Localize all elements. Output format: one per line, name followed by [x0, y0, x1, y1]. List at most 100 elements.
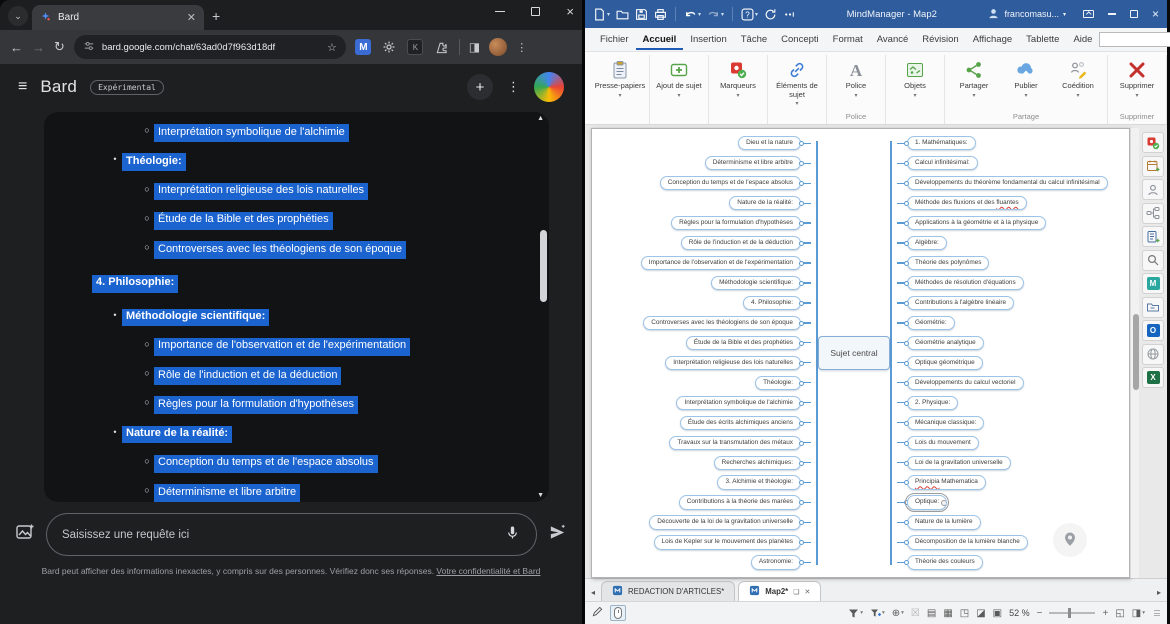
- markers-icon[interactable]: [1142, 132, 1164, 153]
- menu-tab-avancé[interactable]: Avancé: [870, 29, 916, 50]
- browser-tab-bard[interactable]: Bard ✕: [32, 5, 204, 30]
- mindmanager-icon[interactable]: M: [1142, 273, 1164, 294]
- topic-pill[interactable]: Calcul infinitésimal:: [907, 156, 978, 170]
- topic-pill[interactable]: Lois de Kepler sur le mouvement des plan…: [654, 535, 801, 549]
- image-upload-icon[interactable]: [15, 522, 35, 547]
- topic-pill[interactable]: Découverte de la loi de la gravitation u…: [649, 515, 801, 529]
- topic-pill[interactable]: Nature de la réalité:: [729, 196, 801, 210]
- ribbon-button-share[interactable]: Partager▾: [948, 55, 1000, 110]
- ribbon-button-publish[interactable]: Publier▾: [1000, 55, 1052, 110]
- topic-pill[interactable]: Théologie:: [755, 376, 801, 390]
- scroll-down-icon[interactable]: ▼: [537, 492, 544, 499]
- topic-pill[interactable]: Règles pour la formulation d'hypothèses: [671, 216, 801, 230]
- browser-menu-icon[interactable]: ⋮: [516, 41, 528, 54]
- topic-pill[interactable]: Rôle de l'induction et de la déduction: [681, 236, 801, 250]
- resources-icon[interactable]: [1142, 179, 1164, 200]
- format-painter-icon[interactable]: ◪: [976, 608, 985, 619]
- topic-pill[interactable]: Décomposition de la lumière blanche: [907, 535, 1028, 549]
- new-chat-button[interactable]: +: [467, 74, 493, 100]
- document-tab[interactable]: REDACTION D'ARTICLES*: [601, 581, 735, 601]
- topic-pill[interactable]: Développements du calcul vectoriel: [907, 376, 1024, 390]
- topic-tree-icon[interactable]: [1142, 203, 1164, 224]
- quick-add-icon[interactable]: ⊕▾: [892, 608, 904, 619]
- topic-pill[interactable]: Principia Mathematica: [907, 475, 986, 489]
- prompt-input[interactable]: Saisissez une requête ici: [46, 513, 537, 556]
- tab-scroll-right-icon[interactable]: ▸: [1154, 588, 1164, 601]
- view-layout-icon[interactable]: ◨▾: [1132, 608, 1145, 619]
- site-info-icon[interactable]: [83, 40, 95, 55]
- close-button[interactable]: ×: [566, 7, 574, 16]
- topic-pill[interactable]: Travaux sur la transmutation des métaux: [669, 436, 801, 450]
- selected-text[interactable]: Étude de la Bible et des prophéties: [154, 212, 333, 230]
- excel-icon[interactable]: X: [1142, 367, 1164, 388]
- schedule-view-icon[interactable]: ▦: [943, 608, 952, 619]
- location-pin-icon[interactable]: [1053, 523, 1087, 557]
- selected-text[interactable]: Conception du temps et de l'espace absol…: [154, 455, 378, 473]
- mouse-mode-button[interactable]: [610, 605, 626, 621]
- topic-pill[interactable]: Développements du théorème fondamental d…: [907, 176, 1108, 190]
- settings-gear-icon[interactable]: [381, 39, 398, 56]
- send-icon[interactable]: [548, 523, 567, 547]
- browser-profile-avatar[interactable]: [489, 38, 507, 56]
- forward-icon[interactable]: →: [32, 40, 45, 55]
- document-tab[interactable]: Map2*❏✕: [738, 581, 821, 601]
- menu-tab-concepti[interactable]: Concepti: [774, 29, 826, 50]
- topic-pill[interactable]: Algèbre:: [907, 236, 947, 250]
- sync-icon[interactable]: [764, 8, 777, 21]
- new-document-icon[interactable]: ▾: [593, 8, 610, 21]
- power-filter-icon[interactable]: ▾: [870, 608, 885, 619]
- topic-pill[interactable]: 4. Philosophie:: [743, 296, 801, 310]
- selected-text[interactable]: Méthodologie scientifique:: [122, 309, 269, 327]
- menu-tab-révision[interactable]: Révision: [915, 29, 965, 50]
- topic-pill[interactable]: Conception du temps et de l'espace absol…: [660, 176, 801, 190]
- topic-pill[interactable]: Applications à la géométrie et à la phys…: [907, 216, 1046, 230]
- topic-pill[interactable]: Déterminisme et libre arbitre: [705, 156, 801, 170]
- bookmark-star-icon[interactable]: ☆: [327, 41, 337, 54]
- ribbon-button-coedit[interactable]: Coédition▾: [1052, 55, 1104, 110]
- topic-pill[interactable]: Controverses avec les théologiens de son…: [643, 316, 801, 330]
- topic-pill[interactable]: Contributions à l'algèbre linéaire: [907, 296, 1014, 310]
- topic-pill[interactable]: Étude de la Bible et des prophéties: [686, 336, 801, 350]
- zoom-in-icon[interactable]: +: [1102, 608, 1108, 619]
- topic-pill[interactable]: Recherches alchimiques:: [714, 456, 801, 470]
- topic-pill[interactable]: Loi de la gravitation universelle: [907, 456, 1011, 470]
- selected-text[interactable]: Nature de la réalité:: [122, 426, 232, 444]
- outline-view-icon[interactable]: ▤: [927, 608, 936, 619]
- ribbon-button-font[interactable]: APolice▾: [830, 55, 882, 110]
- chat-scrollbar[interactable]: [540, 230, 547, 302]
- more-icon[interactable]: [783, 8, 796, 21]
- zoom-slider[interactable]: [1049, 612, 1095, 614]
- topic-pill[interactable]: Théorie des polynômes: [907, 256, 989, 270]
- mm-maximize-button[interactable]: [1130, 10, 1138, 18]
- topic-pill[interactable]: 3. Alchimie et théologie:: [717, 475, 801, 489]
- tag-view-icon[interactable]: ◳: [960, 608, 969, 619]
- pen-mode-icon[interactable]: [592, 604, 603, 622]
- topic-pill[interactable]: 1. Mathématiques:: [907, 136, 976, 150]
- topic-pill[interactable]: Méthodologie scientifique:: [711, 276, 801, 290]
- fit-window-icon[interactable]: ◱: [1115, 608, 1124, 619]
- menu-tab-tâche[interactable]: Tâche: [734, 29, 774, 50]
- selected-text[interactable]: Interprétation religieuse des lois natur…: [154, 183, 368, 201]
- bard-more-icon[interactable]: ⋮: [507, 79, 520, 95]
- central-topic[interactable]: Sujet central: [818, 336, 890, 370]
- topic-pill[interactable]: Interprétation symbolique de l'alchimie: [676, 396, 801, 410]
- help-icon[interactable]: ?▾: [741, 8, 758, 21]
- web-icon[interactable]: [1142, 344, 1164, 365]
- topic-pill[interactable]: Mécanique classique:: [907, 416, 984, 430]
- map-canvas[interactable]: Dieu et la natureDéterminisme et libre a…: [591, 128, 1130, 578]
- topic-pill[interactable]: Interprétation religieuse des lois natur…: [665, 356, 801, 370]
- menu-tab-insertion[interactable]: Insertion: [683, 29, 733, 50]
- tab-search-button[interactable]: ⌄: [8, 6, 28, 26]
- topic-pill[interactable]: Optique:: [907, 495, 947, 509]
- selected-text[interactable]: 4. Philosophie:: [92, 275, 178, 293]
- zoom-out-icon[interactable]: −: [1037, 608, 1043, 619]
- menu-hamburger-icon[interactable]: ≡: [18, 78, 27, 96]
- extension-m-icon[interactable]: M: [355, 39, 372, 56]
- mic-icon[interactable]: [504, 524, 521, 546]
- address-bar[interactable]: bard.google.com/chat/63ad0d7f963d18df ☆: [74, 35, 346, 59]
- extensions-puzzle-icon[interactable]: [433, 39, 450, 56]
- ribbon-button-markers[interactable]: Marqueurs▾: [712, 55, 764, 110]
- mm-minimize-button[interactable]: [1108, 13, 1116, 15]
- topic-pill[interactable]: Théorie des couleurs: [907, 555, 983, 569]
- resize-grip[interactable]: [1154, 610, 1160, 616]
